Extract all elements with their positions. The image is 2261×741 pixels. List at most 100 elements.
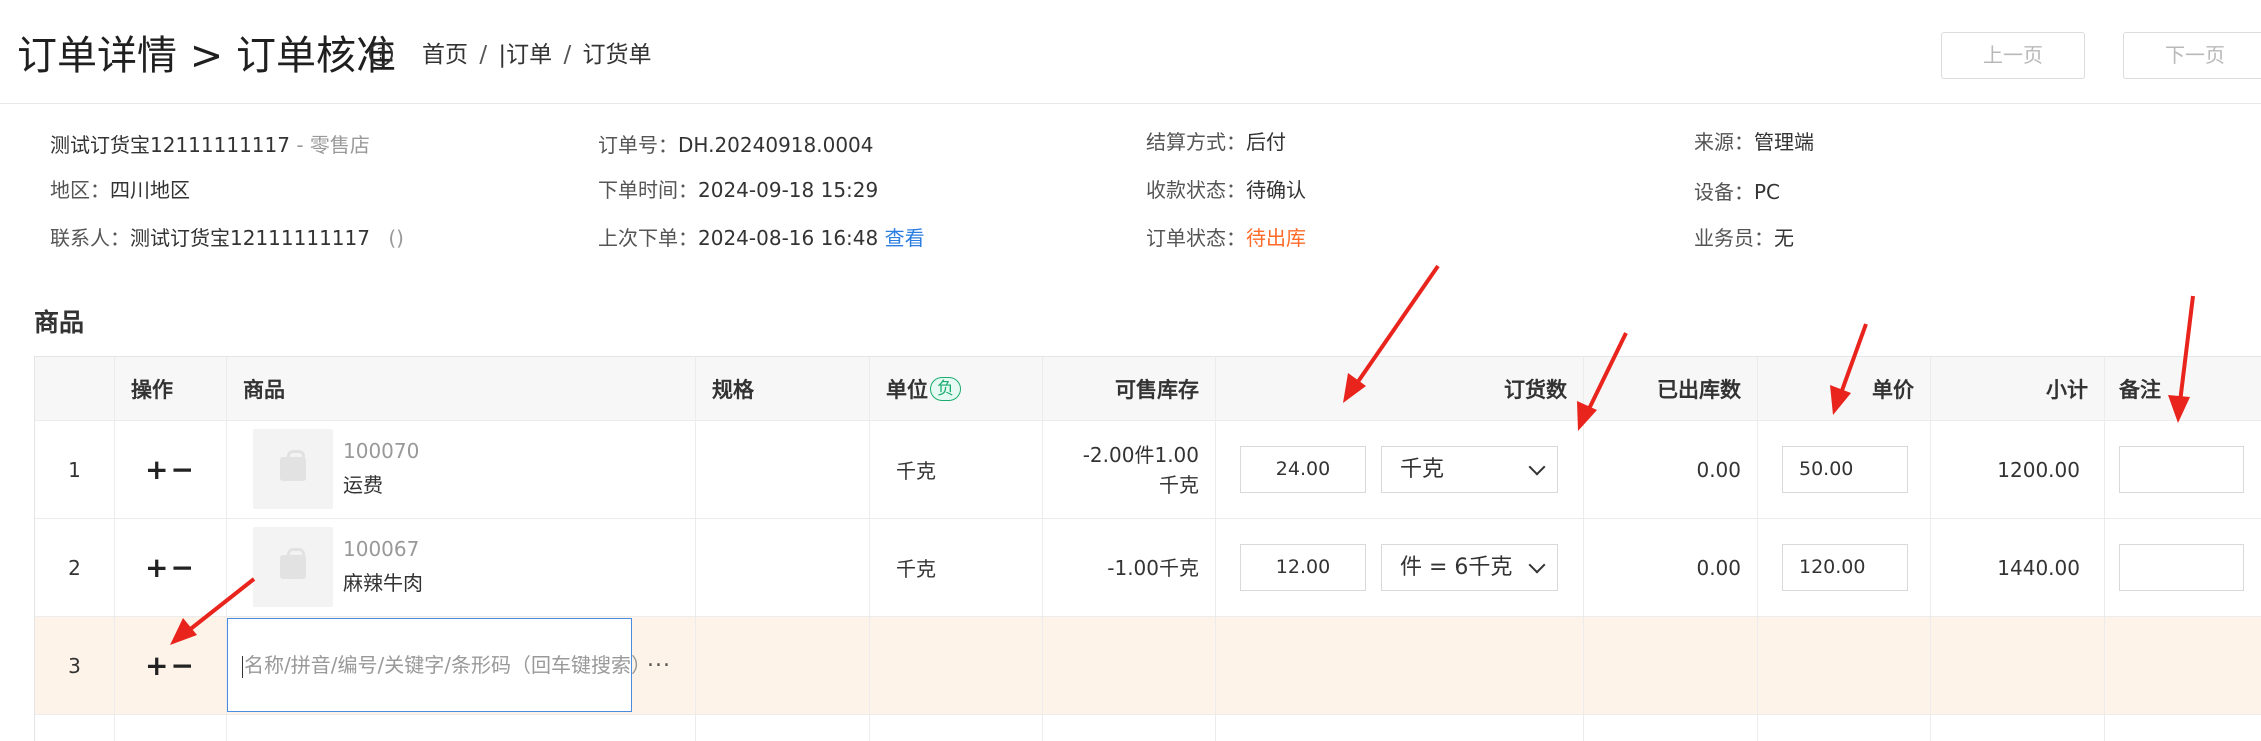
shipped-cell: 0.00	[1584, 421, 1758, 518]
chevron-down-icon	[1528, 458, 1546, 476]
col-product-header: 商品	[227, 357, 696, 420]
last-order-info: 上次下单：2024-08-16 16:48 查看	[598, 224, 925, 252]
col-price-header: 单价	[1758, 357, 1931, 420]
col-spec-header: 规格	[696, 357, 870, 420]
more-options-button[interactable]: ...	[647, 647, 671, 672]
products-section-title: 商品	[34, 308, 85, 337]
view-last-order-link[interactable]: 查看	[885, 226, 925, 250]
order-unit-select[interactable]: 千克	[1381, 446, 1558, 493]
text-caret	[242, 655, 243, 678]
add-remove-row-buttons[interactable]: +−	[145, 453, 196, 486]
remark-input[interactable]	[2119, 446, 2244, 493]
order-no-label: 订单号：	[598, 133, 678, 157]
breadcrumb-separator: /	[479, 42, 488, 68]
row-ops: +−	[115, 421, 227, 518]
unit-cell: 千克	[870, 421, 1043, 518]
price-cell: 120.00	[1758, 519, 1931, 616]
table-row: 1 +− 100070 运费 千克 -2.00件1.00 千克 24.00 千克	[35, 421, 2261, 519]
empty-cell	[696, 715, 870, 741]
device-info: 设备：PC	[1694, 178, 1780, 206]
shopping-bag-icon	[280, 548, 306, 579]
order-unit-value: 千克	[1400, 457, 1445, 482]
col-remark-header: 备注	[2119, 377, 2161, 402]
contact-phone: ()	[388, 226, 404, 250]
remark-cell	[2105, 617, 2261, 714]
row-ops: +−	[115, 519, 227, 616]
empty-cell	[1584, 715, 1758, 741]
negative-stock-badge: 负	[930, 376, 961, 401]
next-page-button[interactable]: 下一页	[2123, 32, 2261, 79]
payment-status-label: 收款状态：	[1146, 178, 1246, 202]
price-cell: 50.00	[1758, 421, 1931, 518]
add-remove-row-buttons[interactable]: +−	[145, 551, 196, 584]
table-row: 2 +− 100067 麻辣牛肉 千克 -1.00千克 12.00 件 = 6千…	[35, 519, 2261, 617]
product-name: 运费	[343, 473, 383, 497]
stock-cell: -1.00千克	[1043, 519, 1216, 616]
salesman-label: 业务员：	[1694, 226, 1774, 250]
products-table: 操作 商品 规格 单位 负 可售库存 订货数 已出库数 单价 小计 备注 1 +…	[34, 356, 2261, 741]
col-order-qty-header: 订货数	[1216, 357, 1584, 420]
row-index: 1	[35, 421, 115, 518]
order-qty-cell: 24.00 千克	[1216, 421, 1584, 518]
empty-cell	[227, 715, 696, 741]
contact-value: 测试订货宝12111111117	[130, 226, 370, 250]
stock-cell: -2.00件1.00 千克	[1043, 421, 1216, 518]
price-input[interactable]: 50.00	[1782, 446, 1908, 493]
order-status-badge: 待出库	[1246, 226, 1306, 250]
remark-input[interactable]	[2119, 544, 2244, 591]
product-search-cell: 名称/拼音/编号/关键字/条形码（回车键搜索） ...	[227, 617, 696, 714]
subtotal-cell: 1200.00	[1931, 421, 2105, 518]
order-no-value: DH.20240918.0004	[678, 133, 874, 157]
device-label: 设备：	[1694, 180, 1754, 204]
col-shipped-header: 已出库数	[1584, 357, 1758, 420]
contact-info: 联系人：测试订货宝12111111117 ()	[50, 224, 404, 252]
empty-cell	[2105, 715, 2261, 741]
payment-status-value: 待确认	[1246, 178, 1306, 202]
empty-cell	[1216, 715, 1584, 741]
row-index: 2	[35, 519, 115, 616]
product-code: 100067	[343, 537, 420, 561]
order-qty-input[interactable]: 24.00	[1240, 446, 1366, 493]
source-value: 管理端	[1754, 130, 1814, 154]
empty-cell	[35, 715, 115, 741]
product-thumbnail	[253, 429, 333, 509]
breadcrumb: 首页 / |订单 / 订货单	[422, 40, 652, 70]
salesman-info: 业务员：无	[1694, 224, 1794, 252]
empty-cell	[1758, 715, 1931, 741]
settlement-value: 后付	[1246, 130, 1286, 154]
col-spec-label: 规格	[712, 377, 754, 402]
col-index-header	[35, 357, 115, 420]
breadcrumb-orders[interactable]: |订单	[498, 42, 552, 68]
contact-label: 联系人：	[50, 226, 130, 250]
breadcrumb-separator: /	[563, 42, 572, 68]
last-order-label: 上次下单：	[598, 226, 698, 250]
product-search-input[interactable]: 名称/拼音/编号/关键字/条形码（回车键搜索）	[227, 618, 651, 712]
shipped-cell	[1584, 617, 1758, 714]
product-thumbnail	[253, 527, 333, 607]
customer-name: 测试订货宝12111111117	[50, 133, 290, 157]
order-status-label: 订单状态：	[1146, 226, 1246, 250]
stock-line-1: -1.00千克	[1107, 555, 1199, 580]
breadcrumb-home[interactable]: 首页	[422, 42, 468, 68]
order-qty-input[interactable]: 12.00	[1240, 544, 1366, 591]
product-cell: 100070 运费	[227, 421, 696, 518]
shopping-bag-icon	[280, 450, 306, 481]
product-code: 100070	[343, 439, 420, 463]
table-header-row: 操作 商品 规格 单位 负 可售库存 订货数 已出库数 单价 小计 备注	[35, 357, 2261, 421]
order-unit-select[interactable]: 件 = 6千克	[1381, 544, 1558, 591]
region-info: 地区：四川地区	[50, 176, 190, 204]
payment-status-info: 收款状态：待确认	[1146, 176, 1306, 204]
salesman-value: 无	[1774, 226, 1794, 250]
order-time-label: 下单时间：	[598, 178, 698, 202]
subtotal-cell: 1440.00	[1931, 519, 2105, 616]
price-input[interactable]: 120.00	[1782, 544, 1908, 591]
col-stock-header: 可售库存	[1043, 357, 1216, 420]
add-remove-row-buttons[interactable]: +−	[145, 649, 196, 682]
help-icon[interactable]: ?	[369, 42, 393, 66]
subtotal-cell	[1931, 617, 2105, 714]
source-info: 来源：管理端	[1694, 128, 1814, 156]
spec-cell	[696, 421, 870, 518]
prev-page-button[interactable]: 上一页	[1941, 32, 2085, 79]
order-qty-cell: 12.00 件 = 6千克	[1216, 519, 1584, 616]
customer-type: - 零售店	[289, 133, 370, 157]
